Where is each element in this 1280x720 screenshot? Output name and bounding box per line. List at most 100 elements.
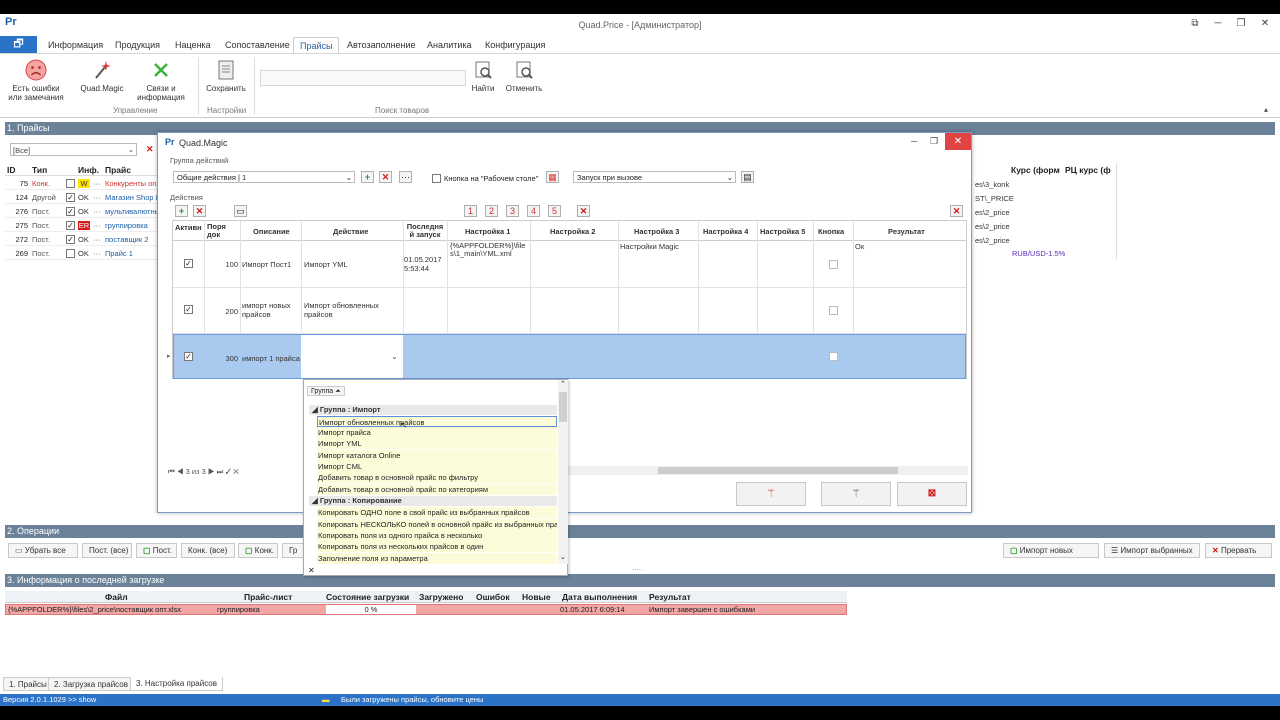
import-new-button[interactable]: ▢ Импорт новых (1003, 543, 1099, 558)
wand-button[interactable]: ⚚ (821, 482, 891, 506)
schedule-icon[interactable]: ▤ (741, 171, 754, 183)
bottom-tab-prices[interactable]: 1. Прайсы (3, 677, 53, 691)
price-checkbox[interactable]: ✓ (66, 235, 75, 244)
clear-filter-icon[interactable]: ✕ (146, 144, 154, 155)
popup-item[interactable]: Импорт CML (317, 461, 557, 472)
popup-item[interactable]: Заполнение поля из параметра (317, 553, 557, 564)
scrollbar-thumb[interactable] (658, 467, 898, 474)
product-search-input[interactable] (260, 70, 466, 86)
row-active-checkbox[interactable]: ✓ (184, 305, 193, 314)
popup-item[interactable]: Копировать ОДНО поле в свой прайс из выб… (317, 507, 557, 518)
action-settings-icon[interactable]: ▭ (234, 205, 247, 217)
delete-action-button[interactable]: ✕ (193, 205, 206, 217)
more-icon[interactable]: ··· (93, 221, 101, 230)
add-action-button[interactable]: + (175, 205, 188, 217)
popup-item-selected[interactable]: Импорт обновленных прайсов (317, 416, 557, 427)
more-icon[interactable]: ··· (93, 179, 101, 188)
bottom-tab-settings[interactable]: 3. Настройка прайсов (130, 677, 223, 691)
popup-item[interactable]: Импорт YML (317, 438, 557, 449)
num-button-5[interactable]: 5 (548, 205, 561, 217)
supplier-all-button[interactable]: Пост. (все) (82, 543, 132, 558)
num-button-2[interactable]: 2 (485, 205, 498, 217)
chevron-down-icon[interactable]: ⌄ (391, 352, 398, 361)
dialog-maximize-button[interactable]: ❐ (930, 136, 938, 147)
num-button-4[interactable]: 4 (527, 205, 540, 217)
num-button-1[interactable]: 1 (464, 205, 477, 217)
splitter-handle[interactable]: ..... (632, 563, 643, 572)
prices-filter-select[interactable]: [Все] ⌄ (10, 143, 137, 156)
scroll-down-icon[interactable]: ⌄ (560, 553, 566, 561)
popup-group-header[interactable]: ◢ Группа : Копирование (309, 496, 557, 506)
row-button-checkbox[interactable] (829, 306, 838, 315)
add-group-button[interactable]: + (361, 171, 374, 183)
more-icon[interactable]: ··· (93, 249, 101, 258)
group-select[interactable]: Общие действия | 1 ⌄ (173, 171, 355, 183)
more-icon[interactable]: ··· (93, 193, 101, 202)
competitor-button[interactable]: ▢ Конк. (238, 543, 278, 558)
tab-analytics[interactable]: Аналитика (427, 40, 472, 50)
save-button[interactable]: Сохранить (203, 59, 249, 93)
run-magic-button[interactable]: ⚚ (736, 482, 806, 506)
collapse-ribbon-icon[interactable]: ▴ (1264, 105, 1268, 114)
abort-button[interactable]: ✕ Прервать (1205, 543, 1272, 558)
import-selected-button[interactable]: ☰ Импорт выбранных (1104, 543, 1200, 558)
row-button-checkbox[interactable] (829, 352, 838, 361)
more-group-button[interactable]: ··· (399, 171, 412, 183)
tab-info[interactable]: Информация (48, 40, 103, 50)
popup-scrollbar-thumb[interactable] (559, 392, 567, 422)
scroll-up-icon[interactable]: ⌃ (560, 380, 566, 388)
calendar-icon[interactable]: ▦ (546, 171, 559, 183)
dialog-cancel-button[interactable]: ⊠ (897, 482, 967, 506)
minimize-button[interactable]: ─ (1209, 18, 1227, 32)
supplier-button[interactable]: ▢ Пост. (136, 543, 177, 558)
price-checkbox[interactable] (66, 249, 75, 258)
competitor-all-button[interactable]: Конк. (все) (181, 543, 235, 558)
tab-configuration[interactable]: Конфигурация (485, 40, 545, 50)
price-checkbox[interactable] (66, 179, 75, 188)
popup-item[interactable]: Импорт прайса (317, 427, 557, 438)
group-sort-button[interactable]: Группа ⏶ (307, 386, 345, 396)
close-actions-button[interactable]: ✕ (950, 205, 963, 217)
close-window-button[interactable]: ✕ (1256, 18, 1274, 32)
more-icon[interactable]: ··· (93, 207, 101, 216)
tab-matching[interactable]: Сопоставление (225, 40, 290, 50)
bottom-tab-loading[interactable]: 2. Загрузка прайсов (48, 677, 134, 691)
popup-item[interactable]: Копировать поля из одного прайса в неско… (317, 530, 557, 541)
action-editor-cell[interactable] (301, 335, 403, 378)
popup-item[interactable]: Добавить товар в основной прайс по фильт… (317, 472, 557, 483)
price-checkbox[interactable]: ✓ (66, 221, 75, 230)
price-checkbox[interactable]: ✓ (66, 207, 75, 216)
clear-numbers-button[interactable]: ✕ (577, 205, 590, 217)
delete-group-button[interactable]: ✕ (379, 171, 392, 183)
row-button-checkbox[interactable] (829, 260, 838, 269)
grid-navigator[interactable]: ⏮ ◀ 3 из 3 ▶ ⏭ ✓ ✕ (168, 467, 239, 477)
errors-button[interactable]: Есть ошибки или замечания (6, 59, 66, 102)
dialog-close-button[interactable]: ✕ (945, 133, 971, 150)
maximize-button[interactable]: ❐ (1232, 18, 1250, 32)
price-checkbox[interactable]: ✓ (66, 193, 75, 202)
links-info-button[interactable]: Связи и информация (131, 59, 191, 102)
popup-item[interactable]: Копировать поля из нескольких прайсов в … (317, 541, 557, 552)
row-active-checkbox[interactable]: ✓ (184, 352, 193, 361)
popup-item[interactable]: Добавить товар в основной прайс по катег… (317, 484, 557, 495)
row-active-checkbox[interactable]: ✓ (184, 259, 193, 268)
tab-products[interactable]: Продукция (115, 40, 160, 50)
launch-select[interactable]: Запуск при вызове ⌄ (573, 171, 736, 183)
more-icon[interactable]: ··· (93, 235, 101, 244)
popup-item[interactable]: Импорт каталога Online (317, 450, 557, 461)
restore-small-icon[interactable]: ⧉ (1186, 18, 1204, 32)
tab-markup[interactable]: Наценка (175, 40, 211, 50)
clear-all-button[interactable]: ▭ Убрать все (8, 543, 78, 558)
find-button[interactable]: Найти (468, 59, 498, 93)
dialog-minimize-button[interactable]: ─ (911, 136, 917, 146)
popup-close-icon[interactable]: ✕ (308, 566, 315, 575)
cancel-search-button[interactable]: Отменить (503, 59, 545, 93)
file-menu-button[interactable]: 🗗 (0, 36, 37, 53)
num-button-3[interactable]: 3 (506, 205, 519, 217)
popup-group-header[interactable]: ◢ Группа : Импорт (309, 405, 557, 415)
magic-button[interactable]: Quad.Magic (79, 59, 125, 93)
desktop-button-checkbox[interactable] (432, 174, 441, 183)
tab-prices[interactable]: Прайсы (293, 37, 340, 54)
popup-item[interactable]: Копировать НЕСКОЛЬКО полей в основной пр… (317, 519, 557, 530)
tab-autofill[interactable]: Автозаполнение (347, 40, 416, 50)
